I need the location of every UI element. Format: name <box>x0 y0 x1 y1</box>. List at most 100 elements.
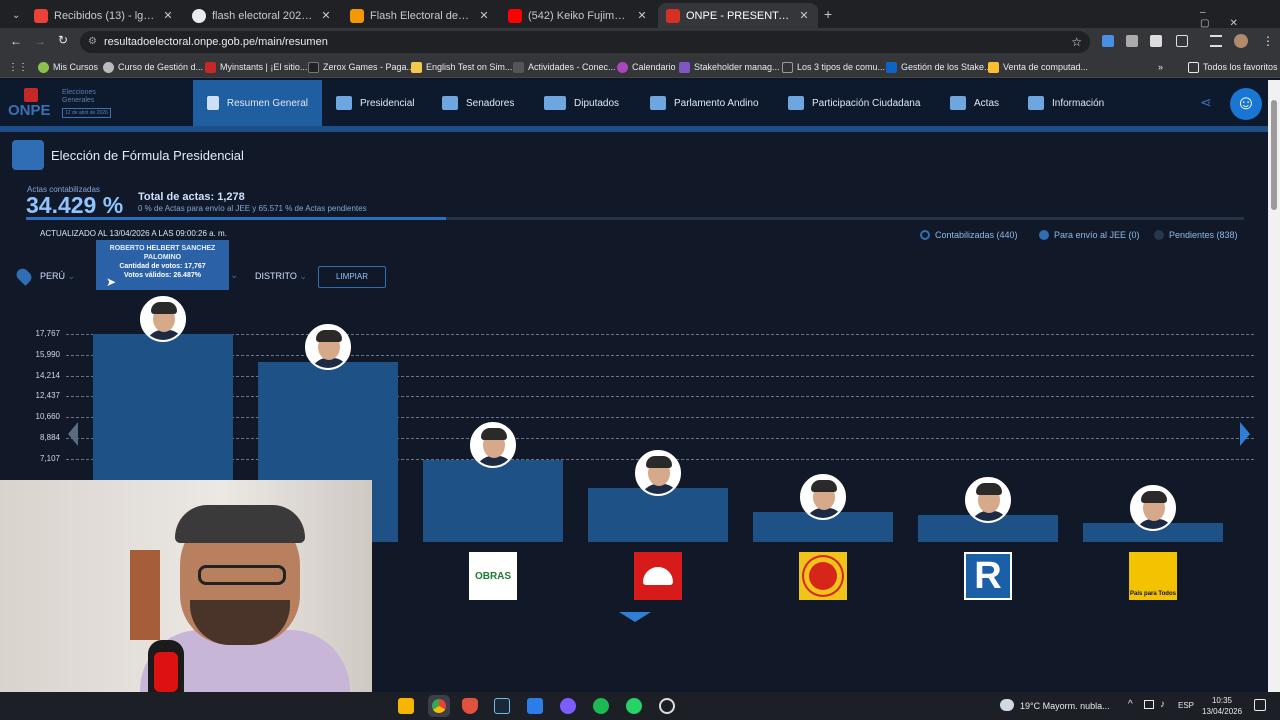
menu-dots-icon[interactable]: ⋮ <box>1262 34 1274 48</box>
bookmark-item[interactable]: Calendario <box>617 59 676 75</box>
bookmark-item[interactable]: Curso de Gestión d... <box>103 59 203 75</box>
bookmark-item[interactable]: Mis Cursos <box>38 59 98 75</box>
clock[interactable]: 10:35 13/04/2026 <box>1202 695 1242 717</box>
steam-icon[interactable] <box>494 698 510 714</box>
bookmark-item[interactable]: Venta de computad... <box>988 59 1088 75</box>
bookmark-item[interactable]: English Test on Sim... <box>411 59 512 75</box>
expand-down-arrow-icon[interactable] <box>619 612 651 622</box>
avatar-hair <box>1141 490 1167 503</box>
candidate-avatar[interactable] <box>800 473 846 520</box>
bookmark-star-icon[interactable]: ☆ <box>1071 31 1082 53</box>
tab-youtube[interactable]: (542) Keiko Fujimori y Rafael Ló✕ <box>500 3 656 28</box>
extension-icon[interactable] <box>1150 35 1162 47</box>
app-icon[interactable] <box>527 698 543 714</box>
bookmark-item[interactable]: Actividades - Conec... <box>513 59 616 75</box>
candidate-avatar[interactable] <box>140 296 186 342</box>
whatsapp-icon[interactable] <box>626 698 642 714</box>
volume-icon[interactable]: ♪ <box>1160 699 1165 710</box>
candidate-bar[interactable] <box>588 488 728 542</box>
filter-distrito[interactable]: DISTRITO ⌄ <box>255 271 307 282</box>
share-icon[interactable]: ⋖ <box>1200 94 1212 111</box>
nav-diputados[interactable]: Diputados <box>530 80 633 126</box>
nav-resumen-general[interactable]: Resumen General <box>193 80 322 126</box>
youtube-icon <box>508 8 522 23</box>
close-icon[interactable]: ✕ <box>162 9 174 22</box>
candidate-avatar[interactable] <box>305 323 351 370</box>
address-bar[interactable]: ⚙ resultadoelectoral.onpe.gob.pe/main/re… <box>80 31 1090 53</box>
spotify-icon[interactable] <box>593 698 609 714</box>
chevron-down-icon: ⌄ <box>67 271 76 281</box>
new-tab-button[interactable]: + <box>824 6 832 22</box>
party-logo-sun[interactable] <box>799 552 847 600</box>
bookmark-item[interactable]: Gestión de los Stake... <box>886 59 992 75</box>
actas-progress-fill <box>26 217 446 220</box>
candidate-avatar[interactable] <box>1130 484 1176 531</box>
bookmark-item[interactable]: Zerox Games - Paga... <box>308 59 414 75</box>
chair-icon <box>130 550 160 640</box>
more-bookmarks-icon[interactable]: » <box>1158 59 1163 75</box>
tray-chevron-up-icon[interactable]: ^ <box>1128 699 1133 710</box>
discord-icon[interactable] <box>560 698 576 714</box>
onpe-logo[interactable]: ONPE <box>8 88 56 119</box>
party-logo-helmet[interactable] <box>634 552 682 600</box>
total-actas: Total de actas: 1,278 <box>138 191 245 203</box>
tab-datum[interactable]: Flash Electoral de Datum EN VI✕ <box>342 3 498 28</box>
network-icon[interactable] <box>1144 700 1154 709</box>
nav-actas[interactable]: Actas <box>936 80 1013 126</box>
bookmark-item[interactable]: Los 3 tipos de comu... <box>782 59 885 75</box>
site-info-icon[interactable]: ⚙ <box>88 31 97 53</box>
all-bookmarks-folder[interactable]: Todos los favoritos <box>1188 59 1278 75</box>
chrome-taskbar-button[interactable] <box>428 695 450 717</box>
party-logo-pais-para-todos[interactable]: País para Todos <box>1129 552 1177 600</box>
scrollbar-thumb[interactable] <box>1271 100 1277 210</box>
tab-gmail[interactable]: Recibidos (13) - lgarciad30@gm✕ <box>26 3 182 28</box>
accessibility-icon[interactable]: ☺ <box>1230 88 1262 120</box>
media-icon[interactable] <box>1210 35 1222 47</box>
extensions-puzzle-icon[interactable] <box>1176 35 1188 47</box>
nav-participacion-ciudadana[interactable]: Participación Ciudadana <box>774 80 934 126</box>
tab-onpe[interactable]: ONPE - PRESENTACIÓN DE RES✕ <box>658 3 818 28</box>
nav-parlamento-andino[interactable]: Parlamento Andino <box>636 80 773 126</box>
extension-icon[interactable] <box>1102 35 1114 47</box>
tab-search-button[interactable]: ⌄ <box>4 3 24 28</box>
legend-pendientes: Pendientes (838) <box>1154 230 1238 240</box>
back-icon[interactable]: ← <box>10 34 22 48</box>
seal-icon <box>336 96 352 110</box>
reload-icon[interactable]: ↻ <box>58 33 68 47</box>
close-icon[interactable]: ✕ <box>798 9 810 22</box>
page-scrollbar[interactable] <box>1268 80 1280 692</box>
extension-icon[interactable] <box>1126 35 1138 47</box>
profile-avatar[interactable] <box>1234 34 1248 48</box>
linkedin-icon <box>886 61 897 73</box>
candidate-avatar[interactable] <box>470 422 516 469</box>
weather-text[interactable]: 19°C Mayorm. nubla... <box>1020 701 1110 711</box>
filter-peru[interactable]: PERÚ ⌄ <box>40 271 75 282</box>
close-icon[interactable]: ✕ <box>320 9 332 22</box>
close-icon[interactable]: ✕ <box>636 9 648 22</box>
nav-presidencial[interactable]: Presidencial <box>322 80 428 126</box>
bookmark-item[interactable]: Stakeholder manag... <box>679 59 780 75</box>
brave-icon[interactable] <box>462 698 478 714</box>
chart-next-arrow-icon[interactable] <box>1240 422 1250 446</box>
weather-cloud-icon[interactable] <box>1000 699 1014 711</box>
chart-prev-arrow-icon[interactable] <box>68 422 78 446</box>
close-icon[interactable]: ✕ <box>478 9 490 22</box>
window-controls[interactable]: –▢✕ <box>1200 7 1280 29</box>
party-logo-obras[interactable]: OBRAS <box>469 552 517 600</box>
apps-grid-icon[interactable]: ⋮⋮ <box>8 59 28 75</box>
file-explorer-icon[interactable] <box>398 698 414 714</box>
notifications-icon[interactable] <box>1254 699 1266 711</box>
tab-google-search[interactable]: flash electoral 2026 - Buscar co✕ <box>184 3 340 28</box>
legend-dot <box>920 230 930 240</box>
candidate-avatar[interactable] <box>965 477 1011 524</box>
candidate-bar[interactable] <box>423 460 563 542</box>
bookmark-item[interactable]: Myinstants | ¡El sitio... <box>205 59 307 75</box>
google-icon <box>192 8 206 23</box>
nav-informacion[interactable]: Información <box>1014 80 1118 126</box>
candidate-avatar[interactable] <box>635 450 681 497</box>
nav-senadores[interactable]: Senadores <box>428 80 528 126</box>
forward-icon[interactable]: → <box>34 34 46 48</box>
party-logo-r[interactable]: R <box>964 552 1012 600</box>
language-indicator[interactable]: ESP <box>1178 701 1194 710</box>
obs-icon[interactable] <box>659 698 675 714</box>
